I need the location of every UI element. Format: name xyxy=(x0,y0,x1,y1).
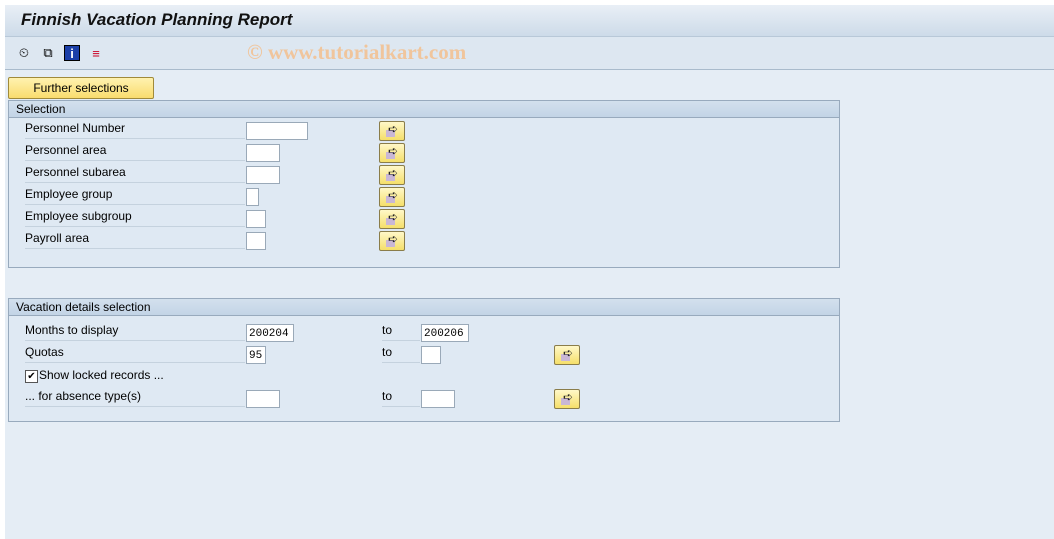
absence-to-input[interactable] xyxy=(421,390,455,408)
payroll-area-input[interactable] xyxy=(246,232,266,250)
personnel-number-input[interactable] xyxy=(246,122,308,140)
employee-subgroup-input[interactable] xyxy=(246,210,266,228)
quotas-to-input[interactable] xyxy=(421,346,441,364)
variant-icon[interactable]: ⧉ xyxy=(40,45,56,61)
multiple-selection-button[interactable] xyxy=(379,121,405,141)
application-toolbar: ⏲ ⧉ i ≡ © www.tutorialkart.com xyxy=(5,37,1054,70)
label-personnel-subarea: Personnel subarea xyxy=(25,162,245,183)
sap-screen: Finnish Vacation Planning Report ⏲ ⧉ i ≡… xyxy=(5,5,1054,539)
label-quotas: Quotas xyxy=(25,342,245,363)
selection-options-icon[interactable]: ≡ xyxy=(88,45,104,61)
multiple-selection-button[interactable] xyxy=(379,231,405,251)
label-payroll-area: Payroll area xyxy=(25,228,245,249)
months-to-input[interactable]: 200206 xyxy=(421,324,469,342)
execute-clock-icon[interactable]: ⏲ xyxy=(16,45,32,61)
months-from-input[interactable]: 200204 xyxy=(246,324,294,342)
title-bar: Finnish Vacation Planning Report xyxy=(5,5,1054,37)
personnel-subarea-input[interactable] xyxy=(246,166,280,184)
label-personnel-area: Personnel area xyxy=(25,140,245,161)
group-header: Selection xyxy=(9,101,839,118)
multiple-selection-button[interactable] xyxy=(554,389,580,409)
multiple-selection-button[interactable] xyxy=(379,165,405,185)
personnel-area-input[interactable] xyxy=(246,144,280,162)
absence-from-input[interactable] xyxy=(246,390,280,408)
to-label: to xyxy=(382,320,420,341)
multiple-selection-button[interactable] xyxy=(379,187,405,207)
vacation-details-group: Vacation details selection Months to dis… xyxy=(8,298,840,422)
further-selections-button[interactable]: Further selections xyxy=(8,77,154,99)
multiple-selection-button[interactable] xyxy=(554,345,580,365)
label-months: Months to display xyxy=(25,320,245,341)
page-title: Finnish Vacation Planning Report xyxy=(21,10,293,29)
quotas-from-input[interactable]: 95 xyxy=(246,346,266,364)
group-header: Vacation details selection xyxy=(9,299,839,316)
selection-group: Selection Personnel Number Personnel are… xyxy=(8,100,840,268)
multiple-selection-button[interactable] xyxy=(379,143,405,163)
show-locked-label: Show locked records ... xyxy=(39,368,164,382)
info-icon[interactable]: i xyxy=(64,45,80,61)
multiple-selection-button[interactable] xyxy=(379,209,405,229)
label-personnel-number: Personnel Number xyxy=(25,118,245,139)
to-label: to xyxy=(382,342,420,363)
label-absence-types: ... for absence type(s) xyxy=(25,386,245,407)
label-employee-group: Employee group xyxy=(25,184,245,205)
show-locked-checkbox[interactable]: ✔ xyxy=(25,370,38,383)
to-label: to xyxy=(382,386,420,407)
watermark: © www.tutorialkart.com xyxy=(247,40,467,64)
employee-group-input[interactable] xyxy=(246,188,259,206)
label-employee-subgroup: Employee subgroup xyxy=(25,206,245,227)
